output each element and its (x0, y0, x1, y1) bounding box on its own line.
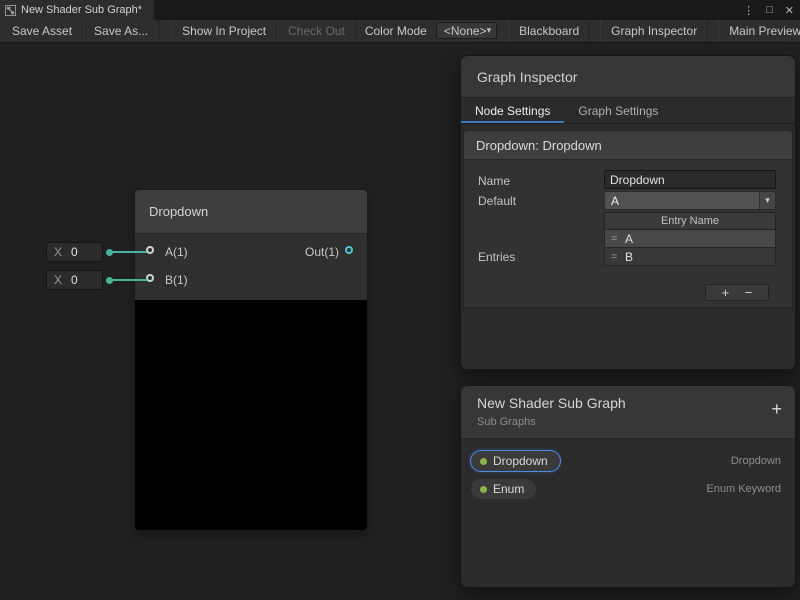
port-b-default-field[interactable]: X 0 (46, 270, 103, 290)
blackboard-item-enum: Enum Enum Keyword (471, 478, 781, 500)
entry-row-a-label: A (625, 232, 633, 246)
entry-row-b[interactable]: = B (604, 248, 776, 266)
section-title: Dropdown: Dropdown (464, 131, 792, 160)
dropdown-property-pill[interactable]: Dropdown (471, 451, 560, 471)
graph-inspector-panel: Graph Inspector Node Settings Graph Sett… (460, 55, 796, 370)
maximize-icon[interactable]: □ (766, 4, 773, 16)
chevron-down-icon: ▾ (487, 25, 492, 36)
toolbar: Save Asset Save As... Show In Project Ch… (0, 20, 800, 43)
property-dot-icon (480, 458, 487, 465)
save-as-button[interactable]: Save As... (83, 20, 159, 42)
color-mode-label: Color Mode (356, 20, 436, 42)
node-settings-section: Dropdown: Dropdown Name Default A ▾ Entr… (463, 130, 793, 308)
graph-inspector-title: Graph Inspector (477, 69, 577, 85)
input-port-a[interactable] (146, 246, 154, 254)
blackboard-toggle-button[interactable]: Blackboard (508, 20, 590, 42)
port-a-default-field[interactable]: X 0 (46, 242, 103, 262)
inspector-tab-bar: Node Settings Graph Settings (461, 98, 795, 124)
node-body (135, 234, 367, 300)
port-b-field-value[interactable]: 0 (71, 273, 78, 287)
drag-handle-icon[interactable]: = (611, 233, 617, 245)
tab-node-settings[interactable]: Node Settings (461, 98, 564, 123)
chevron-down-icon: ▾ (759, 192, 775, 209)
edge-a (111, 251, 147, 253)
dropdown-property-name: Dropdown (493, 454, 548, 468)
input-port-b-label: B(1) (165, 273, 188, 287)
port-b-field-label: X (54, 273, 62, 287)
graph-inspector-toggle-button[interactable]: Graph Inspector (600, 20, 708, 42)
shader-graph-icon (5, 5, 16, 16)
graph-inspector-header[interactable]: Graph Inspector (461, 56, 795, 98)
default-dropdown[interactable]: A ▾ (604, 191, 776, 210)
unity-shader-graph-window: New Shader Sub Graph* ⋮ □ ✕ Save Asset S… (0, 0, 800, 600)
blackboard-header[interactable]: New Shader Sub Graph Sub Graphs + (461, 386, 795, 439)
blackboard-panel: New Shader Sub Graph Sub Graphs + Dropdo… (460, 385, 796, 588)
blackboard-subtitle: Sub Graphs (477, 416, 779, 428)
property-dot-icon (480, 486, 487, 493)
edge-b (111, 279, 147, 281)
blackboard-title: New Shader Sub Graph (477, 395, 779, 411)
output-port-label: Out(1) (305, 245, 339, 259)
enum-property-type: Enum Keyword (706, 483, 781, 495)
entries-list-header: Entry Name (604, 212, 776, 230)
default-dropdown-value: A (611, 194, 619, 208)
title-bar: New Shader Sub Graph* ⋮ □ ✕ (0, 0, 800, 20)
tab-graph-settings[interactable]: Graph Settings (564, 98, 672, 123)
entries-list-footer: + − (705, 284, 769, 301)
entry-row-a[interactable]: = A (604, 230, 776, 248)
node-header[interactable]: Dropdown (135, 190, 367, 234)
color-mode-dropdown[interactable]: <None> ▾ (436, 22, 497, 39)
add-entry-button[interactable]: + (722, 285, 730, 300)
save-asset-button[interactable]: Save Asset (2, 20, 83, 42)
entries-label: Entries (478, 250, 515, 264)
enum-property-name: Enum (493, 482, 524, 496)
output-port-out[interactable] (345, 246, 353, 254)
enum-property-pill[interactable]: Enum (471, 479, 536, 499)
document-tab-label: New Shader Sub Graph* (21, 4, 142, 16)
port-a-field-value[interactable]: 0 (71, 245, 78, 259)
node-title: Dropdown (149, 204, 208, 219)
window-menu-icon[interactable]: ⋮ (743, 4, 754, 17)
remove-entry-button[interactable]: − (745, 285, 753, 300)
blackboard-item-dropdown: Dropdown Dropdown (471, 450, 781, 472)
color-mode-value: <None> (444, 24, 487, 38)
check-out-button: Check Out (277, 20, 356, 42)
input-port-b[interactable] (146, 274, 154, 282)
close-icon[interactable]: ✕ (785, 4, 794, 17)
drag-handle-icon[interactable]: = (611, 251, 617, 263)
node-preview (135, 300, 367, 530)
default-label: Default (478, 194, 516, 208)
name-input[interactable] (604, 170, 776, 189)
input-port-a-label: A(1) (165, 245, 188, 259)
dropdown-node[interactable]: Dropdown A(1) B(1) Out(1) (135, 190, 367, 530)
show-in-project-button[interactable]: Show In Project (171, 20, 277, 42)
entry-row-b-label: B (625, 250, 633, 264)
add-property-button[interactable]: + (771, 399, 782, 420)
window-controls: ⋮ □ ✕ (743, 0, 794, 20)
dropdown-property-type: Dropdown (731, 455, 781, 467)
main-preview-toggle-button[interactable]: Main Preview (718, 20, 800, 42)
name-label: Name (478, 174, 510, 188)
document-tab[interactable]: New Shader Sub Graph* (0, 0, 154, 20)
port-a-field-label: X (54, 245, 62, 259)
